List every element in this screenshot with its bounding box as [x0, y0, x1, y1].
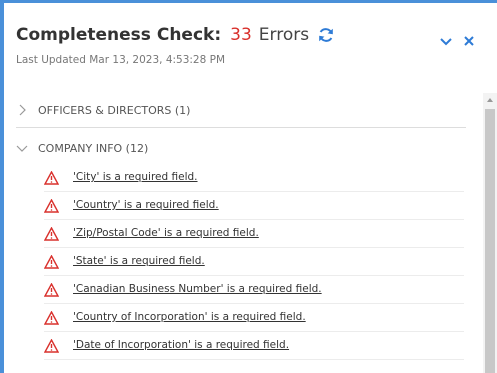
completeness-check-panel: Completeness Check: 33 Errors Last Updat…: [4, 3, 497, 373]
list-item: 'City' is a required field.: [43, 163, 464, 192]
warning-icon: [43, 338, 60, 353]
warning-icon: [43, 254, 60, 269]
section-company-info[interactable]: COMPANY INFO (12): [16, 135, 464, 161]
chevron-right-icon: [16, 104, 28, 116]
error-link[interactable]: 'City' is a required field.: [73, 171, 198, 183]
list-item: 'Country' is a required field.: [43, 191, 464, 220]
section-divider: [16, 127, 466, 128]
section-officers-directors[interactable]: OFFICERS & DIRECTORS (1): [16, 97, 464, 123]
errors-list: OFFICERS & DIRECTORS (1) COMPANY INFO (1…: [4, 93, 478, 373]
error-link[interactable]: 'Country' is a required field.: [73, 199, 219, 211]
error-link[interactable]: 'Date of Incorporation' is a required fi…: [73, 339, 289, 351]
warning-icon: [43, 282, 60, 297]
list-item: 'Date of Incorporation' is a required fi…: [43, 331, 464, 360]
warning-icon: [43, 170, 60, 185]
scrollbar-thumb[interactable]: [485, 109, 495, 373]
section-label: OFFICERS & DIRECTORS (1): [38, 103, 191, 117]
error-link[interactable]: 'Canadian Business Number' is a required…: [73, 283, 322, 295]
last-updated-timestamp: Last Updated Mar 13, 2023, 4:53:28 PM: [16, 54, 226, 66]
refresh-icon[interactable]: [317, 26, 335, 44]
list-item: 'State' is a required field.: [43, 247, 464, 276]
warning-icon: [43, 226, 60, 241]
list-item: 'Zip/Postal Code' is a required field.: [43, 219, 464, 248]
error-link[interactable]: 'State' is a required field.: [73, 255, 205, 267]
chevron-down-icon[interactable]: [438, 33, 454, 49]
scroll-up-arrow-icon[interactable]: [487, 98, 493, 102]
error-link[interactable]: 'Country of Incorporation' is a required…: [73, 311, 306, 323]
error-count: 33: [230, 25, 252, 45]
panel-title-row: Completeness Check: 33 Errors: [16, 22, 335, 48]
error-link[interactable]: 'Zip/Postal Code' is a required field.: [73, 227, 259, 239]
errors-label: Errors: [258, 25, 310, 45]
section-label: COMPANY INFO (12): [38, 141, 149, 155]
warning-icon: [43, 310, 60, 325]
chevron-down-icon: [16, 142, 28, 154]
list-item: 'Country of Incorporation' is a required…: [43, 303, 464, 332]
list-item: 'Canadian Business Number' is a required…: [43, 275, 464, 304]
close-icon[interactable]: [461, 33, 477, 49]
panel-title: Completeness Check:: [16, 25, 222, 45]
warning-icon: [43, 198, 60, 213]
